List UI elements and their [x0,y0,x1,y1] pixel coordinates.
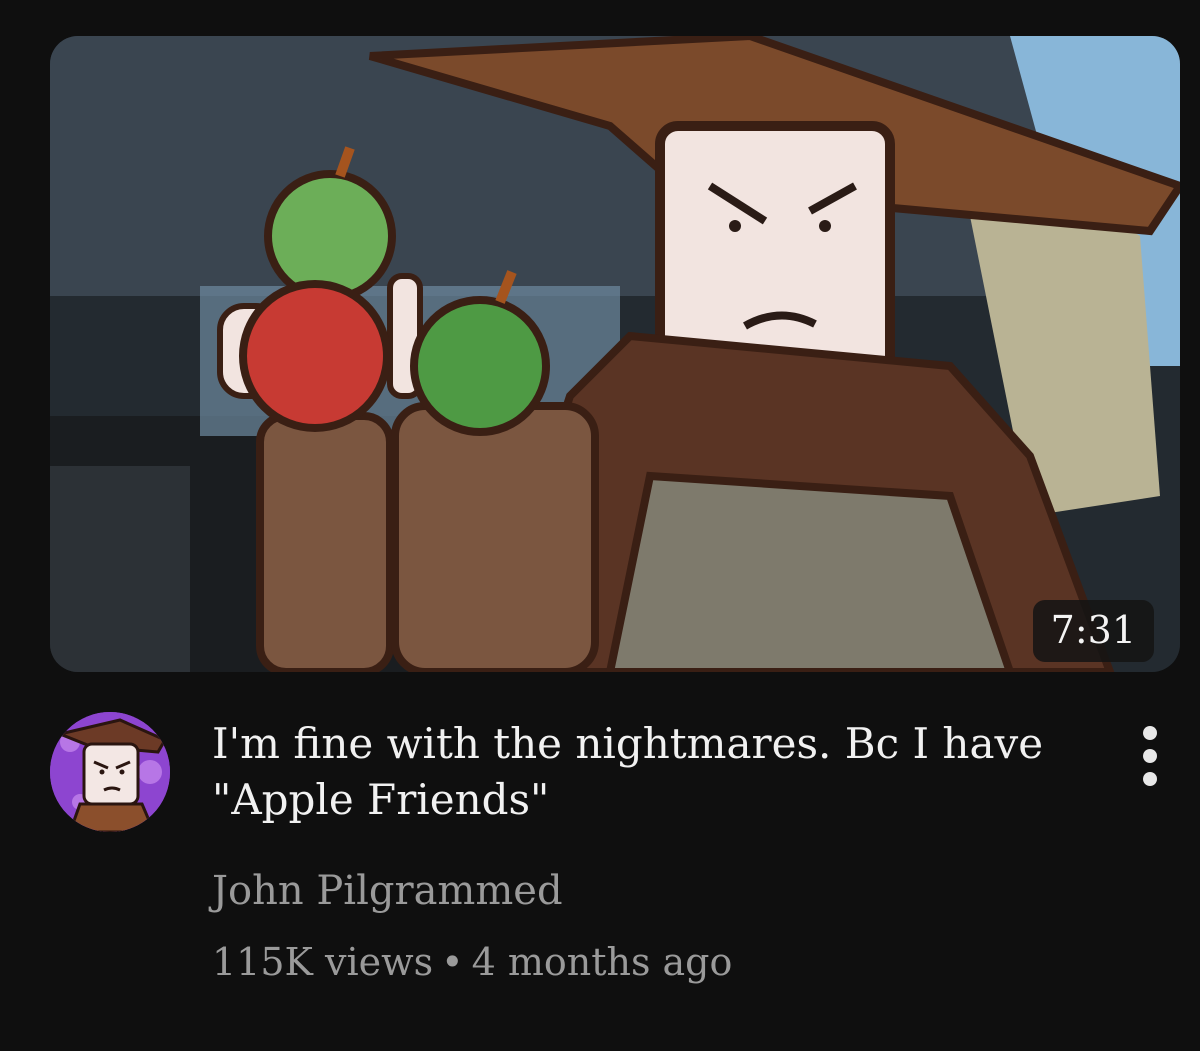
duration-badge: 7:31 [1032,600,1154,662]
view-count: 115K views [212,940,434,984]
thumbnail-illustration [50,36,1180,672]
channel-avatar[interactable] [50,712,170,832]
kebab-dot [1143,749,1157,763]
channel-name[interactable]: John Pilgrammed [212,866,1072,916]
video-stats: 115K views • 4 months ago [212,938,1072,986]
video-card[interactable]: 7:31 I'm fine with the nightmares. Bc I … [0,0,1200,1051]
kebab-dot [1143,772,1157,786]
video-meta: I'm fine with the nightmares. Bc I have … [212,716,1072,986]
kebab-dot [1143,726,1157,740]
upload-age: 4 months ago [471,940,733,984]
video-title[interactable]: I'm fine with the nightmares. Bc I have … [212,716,1072,828]
video-thumbnail[interactable]: 7:31 [50,36,1180,672]
more-vert-icon[interactable] [1130,726,1170,786]
avatar-illustration [50,712,170,832]
stats-separator: • [441,940,464,984]
